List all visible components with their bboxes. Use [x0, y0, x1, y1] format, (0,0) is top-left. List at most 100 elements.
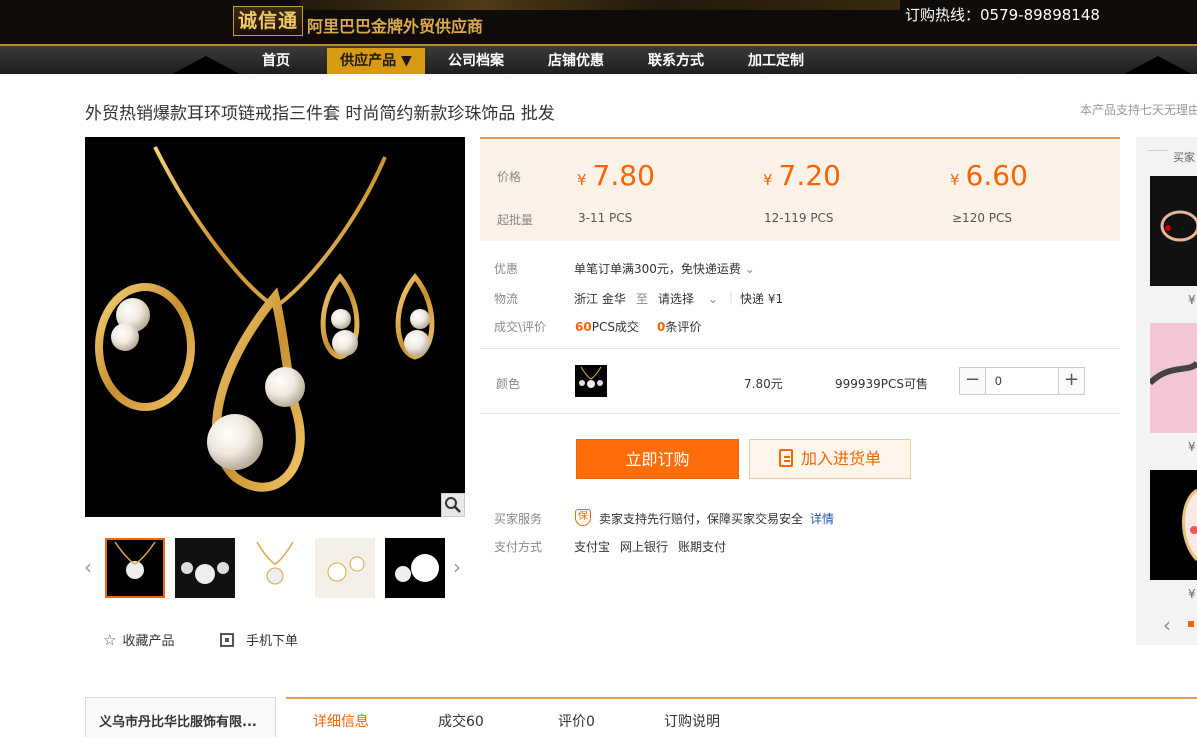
nav-promotions[interactable]: 店铺优惠 [536, 48, 616, 74]
nav-products[interactable]: 供应产品 ▼ [327, 48, 425, 74]
add-to-cart-button[interactable]: 加入进货单 [749, 439, 911, 479]
increase-button[interactable]: + [1058, 368, 1084, 394]
ship-from: 浙江 金华 [574, 292, 626, 306]
price-tier-2: ¥7.20 [763, 159, 841, 192]
promo-text: 单笔订单满300元，免快递运费 [574, 262, 741, 276]
site-header: 诚信通 阿里巴巴金牌外贸供应商 订购热线：0579-89898148 [0, 0, 1197, 44]
jewelry-set-illustration [95, 146, 435, 492]
tab-reviews[interactable]: 评价0 [558, 711, 595, 731]
header-banner-decoration [300, 0, 900, 10]
deals-unit: PCS成交 [591, 320, 639, 334]
payment-credit: 账期支付 [678, 540, 727, 554]
service-details-link[interactable]: 详情 [810, 510, 834, 527]
moq-label: 起批量 [497, 213, 534, 227]
nav-decoration-left [172, 56, 240, 74]
recommended-price-3: ¥ [1188, 587, 1196, 601]
promo-value[interactable]: 单笔订单满300元，免快递运费 ⌄ [574, 260, 755, 277]
mobile-order[interactable]: 手机下单 [220, 630, 298, 649]
sku-stock: 999939PCS可售 [835, 377, 929, 391]
zoom-icon[interactable] [441, 493, 465, 517]
thumbnail-strip [85, 538, 475, 598]
price-value: 7.20 [778, 159, 841, 192]
reviews-count[interactable]: 0条评价 [657, 318, 701, 335]
thumbnail-2[interactable] [175, 538, 235, 598]
main-product-image[interactable] [85, 137, 465, 517]
clipboard-icon [778, 449, 793, 467]
star-icon: ☆ [103, 631, 117, 649]
add-to-cart-label: 加入进货单 [800, 449, 881, 468]
nav-home[interactable]: 首页 [240, 48, 312, 74]
promo-label: 优惠 [494, 262, 519, 276]
divider-line [480, 348, 1120, 349]
price-value: 7.80 [592, 159, 655, 192]
nav-decoration-right [1124, 56, 1192, 74]
mobile-order-label: 手机下单 [246, 634, 299, 649]
sku-price: 7.80元 [744, 377, 783, 391]
product-title: 外贸热销爆款耳环项链戒指三件套 时尚简约新款珍珠饰品 批发 [85, 104, 555, 124]
carousel-dot-icon[interactable] [1188, 621, 1194, 627]
buyer-service-text: 卖家支持先行赔付，保障买家交易安全 [599, 512, 804, 526]
destination-select[interactable]: 请选择 ⌄ [658, 290, 718, 307]
recommended-price-2: ¥ [1188, 440, 1196, 454]
store-name[interactable]: 义乌市丹比华比服饰有限... [99, 711, 257, 730]
sidebar-header: 买家 [1173, 151, 1195, 164]
price-value: 6.60 [965, 159, 1028, 192]
thumbnail-1[interactable] [105, 538, 165, 598]
recommended-price-1: ¥ [1188, 293, 1196, 307]
color-label: 颜色 [496, 377, 521, 391]
sidebar-header-line [1148, 150, 1168, 151]
chevron-down-icon: ⌄ [707, 292, 718, 306]
qty-tier-1: 3-11 PCS [578, 211, 633, 225]
quantity-input[interactable] [987, 368, 1057, 394]
buy-now-button[interactable]: 立即订购 [576, 439, 739, 479]
store-card: 义乌市丹比华比服饰有限... [85, 697, 276, 737]
deals-count[interactable]: 60PCS成交 [575, 318, 639, 335]
thumbnail-3[interactable] [245, 538, 305, 598]
nav-company[interactable]: 公司档案 [436, 48, 516, 74]
express-fee: 快递 ¥1 [740, 292, 784, 306]
ship-to-word: 至 [636, 292, 649, 306]
tab-details[interactable]: 详细信息 [313, 711, 369, 731]
thumbnail-4[interactable] [315, 538, 375, 598]
qty-tier-3: ≥120 PCS [952, 211, 1013, 225]
tab-order-notes[interactable]: 订购说明 [664, 711, 720, 731]
tab-deals[interactable]: 成交60 [438, 711, 484, 731]
logistics-label: 物流 [494, 292, 519, 306]
deals-label: 成交\评价 [494, 320, 547, 334]
recommended-item-1[interactable] [1150, 176, 1197, 286]
store-nav: 首页 供应产品 ▼ 公司档案 店铺优惠 联系方式 加工定制 [0, 44, 1197, 74]
decrease-button[interactable]: − [960, 368, 986, 394]
reviews-unit: 条评价 [665, 320, 702, 334]
payment-online-bank: 网上银行 [620, 540, 669, 554]
payment-label: 支付方式 [494, 540, 543, 554]
recommended-item-2[interactable] [1150, 323, 1197, 433]
price-tier-1: ¥7.80 [577, 159, 655, 192]
favorite-label: 收藏产品 [122, 634, 175, 649]
divider-line [480, 413, 1120, 414]
currency-symbol: ¥ [950, 171, 960, 189]
return-policy-notice: 本产品支持七天无理由 [1080, 103, 1197, 117]
payment-alipay: 支付宝 [574, 540, 611, 554]
chevron-down-icon: ⌄ [744, 262, 755, 276]
sidebar-prev-icon[interactable]: ‹ [1163, 613, 1171, 637]
deals-number: 60 [575, 320, 592, 334]
hotline: 订购热线：0579-89898148 [905, 6, 1100, 24]
favorite-product[interactable]: ☆ 收藏产品 [103, 630, 174, 649]
currency-symbol: ¥ [577, 171, 587, 189]
nav-contact[interactable]: 联系方式 [636, 48, 716, 74]
chengxintong-logo[interactable]: 诚信通 [233, 6, 304, 36]
destination-select-label: 请选择 [658, 292, 695, 306]
quantity-stepper: − + [959, 367, 1085, 395]
recommended-item-3[interactable] [1150, 470, 1197, 580]
shield-icon: 保 [575, 508, 591, 526]
thumbnail-5[interactable] [385, 538, 445, 598]
recommendation-sidebar: 买家 ¥ ¥ ¥ ‹ [1136, 137, 1197, 645]
price-tier-3: ¥6.60 [950, 159, 1028, 192]
nav-custom[interactable]: 加工定制 [736, 48, 816, 74]
color-option-thumbnail[interactable] [575, 365, 607, 397]
supplier-tagline: 阿里巴巴金牌外贸供应商 [307, 17, 484, 36]
divider: | [729, 289, 734, 303]
currency-symbol: ¥ [763, 171, 773, 189]
qrcode-icon [220, 633, 234, 647]
buyer-service-label: 买家服务 [494, 512, 543, 526]
